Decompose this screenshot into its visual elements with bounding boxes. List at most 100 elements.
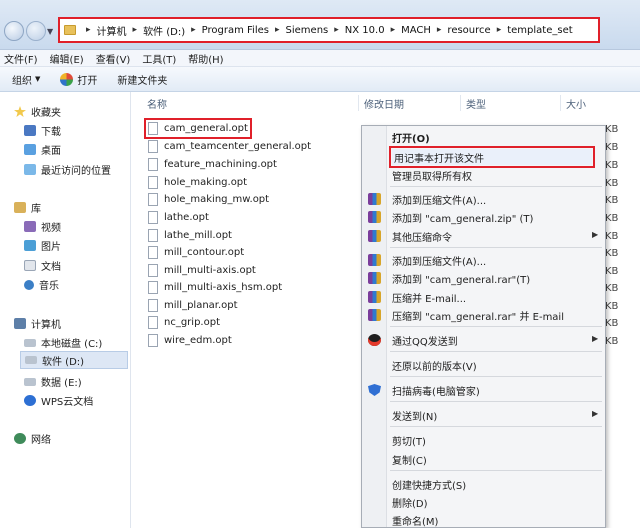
chevron-right-icon[interactable]: ▸ (275, 25, 280, 35)
nav-pictures[interactable]: 图片 (24, 238, 61, 253)
menu-item-cut[interactable]: 剪切(T) (392, 433, 426, 448)
menu-item-send-to[interactable]: 发送到(N) (392, 408, 437, 423)
nav-network[interactable]: 网络 (14, 431, 51, 446)
address-bar[interactable]: ▸ 计算机 ▸ 软件 (D:) ▸ Program Files ▸ Siemen… (58, 17, 600, 43)
archive-icon (368, 230, 381, 242)
file-row[interactable]: cam_teamcenter_general.opt (148, 140, 311, 153)
column-divider[interactable] (460, 95, 461, 111)
breadcrumb-computer[interactable]: 计算机 (97, 23, 127, 38)
menu-view[interactable]: 查看(V) (96, 51, 131, 66)
menu-item-add-zip[interactable]: 添加到 "cam_general.zip" (T) (392, 210, 533, 225)
nav-libraries-label: 库 (31, 204, 41, 215)
menu-item-other-compress[interactable]: 其他压缩命令 (392, 229, 452, 244)
nav-network-label: 网络 (31, 435, 51, 446)
chevron-right-icon[interactable]: ▸ (191, 25, 196, 35)
file-name: lathe_mill.opt (164, 230, 232, 241)
menu-item-add-archive-rar[interactable]: 添加到压缩文件(A)... (392, 253, 486, 268)
file-row[interactable]: mill_multi-axis_hsm.opt (148, 281, 282, 294)
file-row[interactable]: lathe.opt (148, 211, 209, 224)
nav-drive-e[interactable]: 数据 (E:) (24, 374, 82, 389)
nav-drive-c[interactable]: 本地磁盘 (C:) (24, 335, 102, 350)
menu-item-copy[interactable]: 复制(C) (392, 452, 427, 467)
menu-item-open[interactable]: 打开(O) (392, 130, 430, 145)
folder-icon (64, 25, 76, 35)
menu-item-rename[interactable]: 重命名(M) (392, 513, 438, 528)
winrar-icon (368, 272, 381, 284)
nav-wps-label: WPS云文档 (41, 397, 94, 408)
menu-item-compress-email[interactable]: 压缩并 E-mail... (392, 290, 466, 305)
breadcrumb-program-files[interactable]: Program Files (202, 25, 269, 36)
menu-item-add-rar[interactable]: 添加到 "cam_general.rar"(T) (392, 271, 530, 286)
breadcrumb-template-set[interactable]: template_set (507, 25, 572, 36)
new-folder-button[interactable]: 新建文件夹 (117, 72, 167, 87)
nav-recent-places[interactable]: 最近访问的位置 (24, 162, 111, 177)
nav-drive-d[interactable]: 软件 (D:) (20, 351, 128, 369)
nav-computer[interactable]: 计算机 (14, 316, 61, 331)
menu-item-delete[interactable]: 删除(D) (392, 495, 428, 510)
file-row-selected[interactable]: cam_general.opt (144, 118, 252, 139)
file-row[interactable]: nc_grip.opt (148, 316, 220, 329)
forward-button[interactable] (26, 21, 46, 41)
file-row[interactable]: wire_edm.opt (148, 334, 232, 347)
column-divider[interactable] (560, 95, 561, 111)
file-icon (148, 176, 158, 189)
menu-item-scan-virus[interactable]: 扫描病毒(电脑管家) (392, 383, 480, 398)
menu-item-send-qq[interactable]: 通过QQ发送到 (392, 333, 458, 348)
chevron-right-icon[interactable]: ▸ (133, 25, 138, 35)
file-name: cam_teamcenter_general.opt (164, 141, 312, 152)
back-button[interactable] (4, 21, 24, 41)
nav-libraries[interactable]: 库 (14, 200, 41, 215)
breadcrumb-drive-d[interactable]: 软件 (D:) (143, 23, 185, 38)
nav-music[interactable]: 音乐 (24, 277, 59, 292)
breadcrumb-mach[interactable]: MACH (401, 25, 431, 36)
nav-downloads[interactable]: 下载 (24, 123, 61, 138)
recent-pages-dropdown-icon[interactable]: ▼ (47, 27, 53, 36)
column-header-name[interactable]: 名称 (147, 96, 167, 111)
file-row[interactable]: hole_making_mw.opt (148, 193, 269, 206)
file-row[interactable]: feature_machining.opt (148, 158, 277, 171)
chevron-right-icon[interactable]: ▸ (391, 25, 396, 35)
menu-item-take-ownership[interactable]: 管理员取得所有权 (392, 168, 472, 183)
open-button[interactable]: 打开 (60, 72, 97, 87)
breadcrumb-siemens[interactable]: Siemens (286, 25, 329, 36)
nav-favorites-label: 收藏夹 (31, 108, 61, 119)
menu-tools[interactable]: 工具(T) (142, 51, 176, 66)
nav-videos[interactable]: 视频 (24, 219, 61, 234)
nav-documents[interactable]: 文档 (24, 258, 61, 273)
file-icon (148, 158, 158, 171)
nav-videos-label: 视频 (41, 223, 61, 234)
menu-item-restore-versions[interactable]: 还原以前的版本(V) (392, 358, 477, 373)
breadcrumb-nx[interactable]: NX 10.0 (345, 25, 385, 36)
chevron-right-icon[interactable]: ▸ (497, 25, 502, 35)
file-row[interactable]: hole_making.opt (148, 176, 247, 189)
menu-item-open-with-notepad[interactable]: 用记事本打开该文件 (389, 146, 595, 168)
chevron-right-icon[interactable]: ▸ (437, 25, 442, 35)
library-icon (14, 202, 26, 213)
file-icon (148, 140, 158, 153)
column-divider[interactable] (358, 95, 359, 111)
menu-item-add-archive[interactable]: 添加到压缩文件(A)... (392, 192, 486, 207)
column-header-type[interactable]: 类型 (466, 96, 486, 111)
menu-file[interactable]: 文件(F) (4, 51, 38, 66)
organize-button[interactable]: 组织 ▼ (12, 72, 40, 87)
file-row[interactable]: mill_planar.opt (148, 299, 238, 312)
file-row[interactable]: lathe_mill.opt (148, 229, 232, 242)
menu-help[interactable]: 帮助(H) (188, 51, 223, 66)
menu-item-create-shortcut[interactable]: 创建快捷方式(S) (392, 477, 466, 492)
qq-icon (368, 334, 381, 346)
nav-drive-c-label: 本地磁盘 (C:) (41, 339, 103, 350)
breadcrumb-resource[interactable]: resource (447, 25, 490, 36)
menu-edit[interactable]: 编辑(E) (50, 51, 84, 66)
nav-favorites[interactable]: 收藏夹 (14, 104, 61, 119)
column-header-modified[interactable]: 修改日期 (364, 96, 404, 111)
file-name: cam_general.opt (164, 123, 248, 134)
column-header-size[interactable]: 大小 (566, 96, 586, 111)
nav-desktop[interactable]: 桌面 (24, 142, 61, 157)
menu-item-compress-rar-email[interactable]: 压缩到 "cam_general.rar" 并 E-mail (392, 308, 564, 323)
nav-wps-cloud[interactable]: WPS云文档 (24, 393, 93, 408)
file-row[interactable]: mill_multi-axis.opt (148, 264, 256, 277)
chevron-right-icon[interactable]: ▸ (334, 25, 339, 35)
chevron-right-icon[interactable]: ▸ (86, 25, 91, 35)
file-icon (148, 316, 158, 329)
file-row[interactable]: mill_contour.opt (148, 246, 244, 259)
